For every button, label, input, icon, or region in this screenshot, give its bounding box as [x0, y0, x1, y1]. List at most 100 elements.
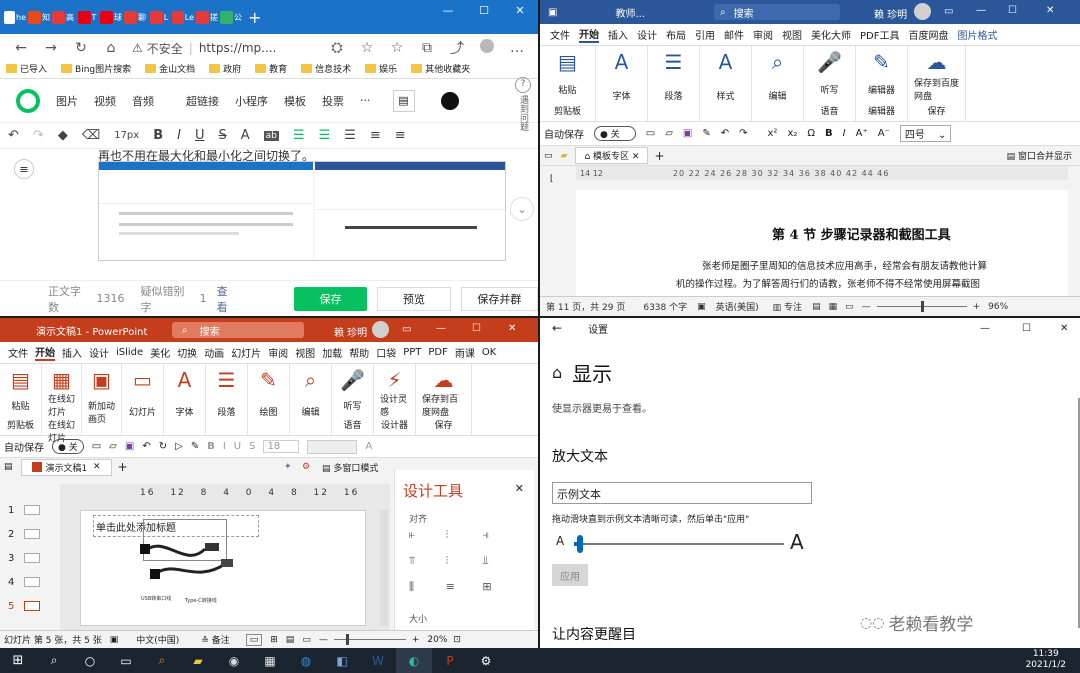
close-button[interactable]: ✕ [1060, 323, 1068, 334]
cortana-icon[interactable]: ○ [72, 648, 108, 673]
ribbon-tab[interactable]: 文件 [550, 27, 570, 42]
new-doc-icon[interactable]: ▭ [544, 151, 553, 161]
save-send-button[interactable]: 保存并群 [460, 286, 538, 311]
ribbon-tab[interactable]: PPT [403, 347, 421, 358]
new-tab-button[interactable]: + [118, 460, 128, 474]
start-icon[interactable]: ▷ [175, 441, 183, 452]
clear-format-icon[interactable]: ⌫ [82, 128, 100, 143]
new-tab-button[interactable]: + [248, 8, 261, 27]
side-help-button[interactable]: ? 遇到问题 [510, 77, 536, 135]
autosave-toggle[interactable]: ● 关 [594, 126, 636, 141]
read-mode-icon[interactable]: ▤ [812, 302, 821, 312]
ribbon-tab[interactable]: 审阅 [753, 27, 773, 42]
menu-icon[interactable]: ▤ [4, 462, 13, 472]
language[interactable]: 英语(美国) [716, 300, 759, 313]
new-tab-button[interactable]: + [654, 149, 664, 163]
browser-tab[interactable]: 公 [220, 6, 242, 28]
calculator-icon[interactable]: ▦ [252, 648, 288, 673]
ribbon-tab[interactable]: 审阅 [268, 345, 288, 360]
bookmark-item[interactable]: 金山文档 [145, 62, 195, 75]
font-size-select[interactable]: 18 [263, 440, 300, 453]
ribbon-button-label[interactable]: 粘贴 [11, 399, 29, 412]
browser-tab[interactable]: 高 [52, 6, 74, 28]
new-icon[interactable]: ▭ [92, 441, 101, 452]
slide-thumbnail[interactable]: 2 [0, 522, 58, 546]
save-button[interactable]: 保存 [293, 286, 368, 311]
reading-view-icon[interactable]: ▤ [286, 635, 295, 645]
ribbon-tab[interactable]: 雨课 [455, 345, 475, 360]
zoom-in-button[interactable]: + [412, 635, 420, 645]
slide-thumbnail[interactable]: 4 [0, 570, 58, 594]
subscript-icon[interactable]: x₂ [787, 128, 797, 139]
ribbon-button-label[interactable]: 新加动画页 [88, 399, 115, 425]
minimize-button[interactable]: — [436, 323, 446, 334]
favorite-star-icon[interactable]: ☆ [352, 40, 382, 56]
browser-tab[interactable]: L [148, 6, 170, 28]
ribbon-button-icon[interactable]: A [615, 50, 629, 74]
zoom-level[interactable]: 20% [427, 635, 447, 645]
ribbon-tab[interactable]: 动画 [204, 345, 224, 360]
ribbon-button-icon[interactable]: ⌕ [772, 50, 783, 74]
align-right-icon[interactable]: ⫣ [482, 528, 519, 542]
ribbon-button-label[interactable]: 编辑器 [868, 83, 895, 96]
ribbon-tab[interactable]: 帮助 [349, 345, 369, 360]
ribbon-tab[interactable]: PDF [428, 347, 447, 358]
word-count[interactable]: 6338 个字 [643, 300, 687, 313]
home-icon[interactable]: ⌂ [96, 40, 126, 56]
browser-tab[interactable]: 球 [100, 6, 122, 28]
align-left-icon[interactable]: ☰ [293, 128, 305, 143]
symbol-icon[interactable]: Ω [807, 128, 815, 139]
slide-thumbnail[interactable]: 1 [0, 498, 58, 522]
undo-icon[interactable]: ↶ [8, 128, 19, 143]
maximize-button[interactable]: ☐ [466, 0, 502, 20]
window-merge-button[interactable]: ▤ 窗口合并显示 [1007, 149, 1072, 162]
underline-icon[interactable]: U [234, 441, 241, 452]
ribbon-tab[interactable]: OK [482, 347, 496, 358]
search-app-icon[interactable]: ⌕ [144, 648, 180, 673]
ribbon-button-label[interactable]: 听写 [343, 399, 361, 412]
bookmark-item[interactable]: 已导入 [6, 62, 47, 75]
zoom-in-button[interactable]: + [973, 302, 981, 312]
ribbon-button-icon[interactable]: ☰ [665, 50, 683, 74]
align-center-icon[interactable]: ☰ [344, 128, 356, 143]
distribute-h-icon[interactable]: ⫼ [409, 580, 446, 594]
save-icon[interactable]: ▣ [548, 7, 557, 18]
ribbon-tab[interactable]: 口袋 [376, 345, 396, 360]
ribbon-button-icon[interactable]: A [178, 368, 192, 392]
ribbon-tab[interactable]: 文件 [8, 345, 28, 360]
browser-tab[interactable]: 搓 [196, 6, 218, 28]
ribbon-button-label[interactable]: 保存到百度网盘 [914, 76, 959, 102]
ribbon-button-icon[interactable]: ☁ [434, 368, 454, 392]
search-box[interactable]: ⌕ 搜索 [172, 322, 304, 338]
ribbon-options-icon[interactable]: ▭ [402, 324, 411, 335]
insert-menu-item[interactable]: 投票 [322, 93, 344, 109]
ribbon-button-label[interactable]: 字体 [175, 405, 193, 418]
ribbon-tab[interactable]: 邮件 [724, 27, 744, 42]
ribbon-button-icon[interactable]: ▭ [133, 368, 152, 392]
avatar[interactable] [372, 321, 389, 338]
ribbon-tab[interactable]: 引用 [695, 27, 715, 42]
align-bottom-icon[interactable]: ⫫ [482, 554, 519, 568]
bookmark-item[interactable]: 娱乐 [365, 62, 397, 75]
start-button[interactable]: ⊞ [0, 648, 36, 673]
ribbon-button-label[interactable]: 段落 [664, 89, 682, 102]
align-middle-icon[interactable]: ⫶ [446, 554, 483, 568]
insert-menu-item[interactable]: 图片 [56, 93, 78, 109]
ribbon-button-icon[interactable]: ▤ [11, 368, 30, 392]
autosave-toggle[interactable]: ● 关 [52, 439, 84, 454]
slider-thumb[interactable] [577, 535, 584, 553]
list-icon[interactable]: ≡ [395, 128, 406, 143]
ribbon-button-label[interactable]: 幻灯片 [129, 405, 156, 418]
open-icon[interactable]: ▱ [109, 441, 117, 452]
apply-button[interactable]: 应用 [552, 564, 588, 586]
multiwindow-button[interactable]: ▤ 多窗口模式 [322, 461, 378, 474]
browser-tab[interactable]: T [76, 6, 98, 28]
ribbon-tab[interactable]: 视图 [295, 345, 315, 360]
language[interactable]: 中文(中国) [136, 633, 179, 646]
phone-preview-icon[interactable] [440, 91, 459, 110]
ribbon-button-label[interactable]: 听写 [820, 83, 838, 96]
insert-menu-item[interactable]: 模板 [284, 93, 306, 109]
ribbon-button-icon[interactable]: ✎ [873, 50, 890, 74]
bold-icon[interactable]: B [825, 128, 833, 139]
undo-icon[interactable]: ↶ [142, 441, 150, 452]
